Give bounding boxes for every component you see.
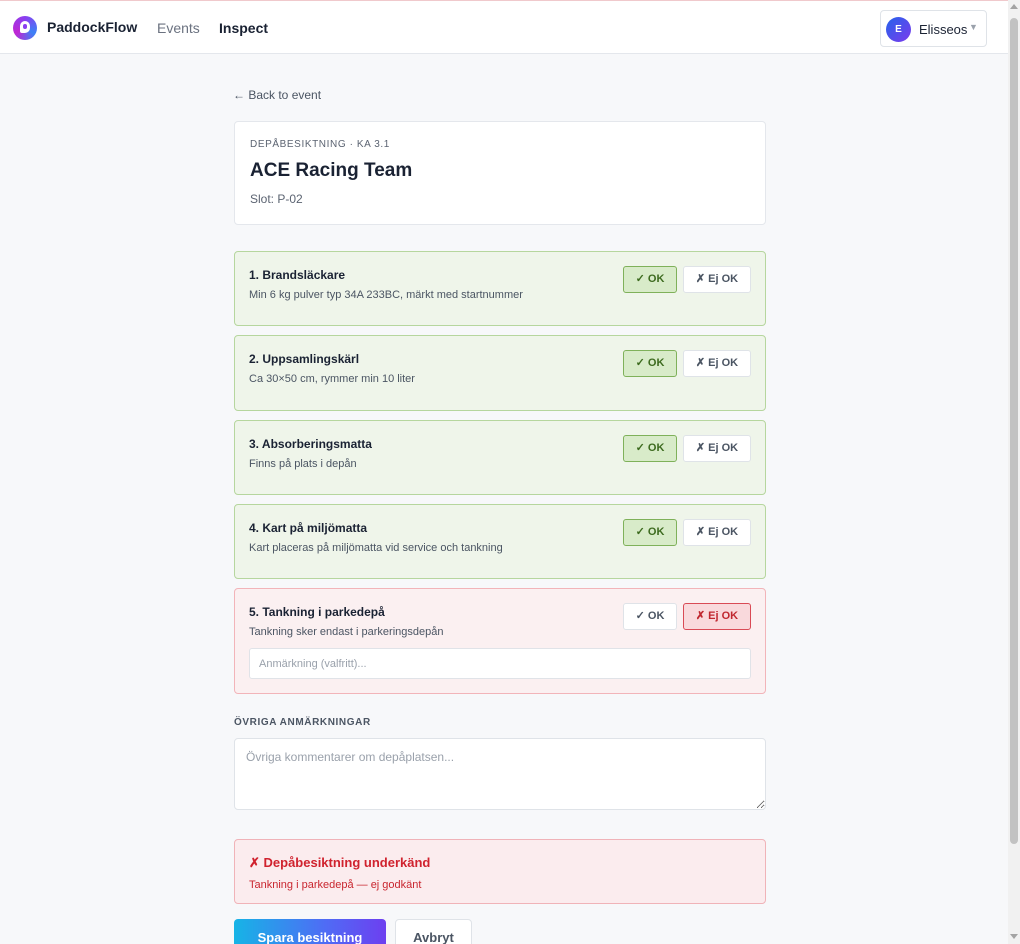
- nav-link-events[interactable]: Events: [157, 20, 200, 36]
- ok-button[interactable]: ✓ OK: [623, 603, 677, 630]
- checklist-item-description: Kart placeras på miljömatta vid service …: [249, 542, 503, 554]
- nav-link-inspect[interactable]: Inspect: [219, 20, 268, 36]
- checklist-item-kart-on-mat: 4. Kart på miljömatta Kart placeras på m…: [234, 504, 766, 579]
- checklist-item-absorbent-mat: 3. Absorberingsmatta Finns på plats i de…: [234, 420, 766, 495]
- checklist-item-collection-tray: 2. Uppsamlingskärl Ca 30×50 cm, rymmer m…: [234, 335, 766, 411]
- ok-button[interactable]: ✓ OK: [623, 435, 677, 462]
- inspection-eyebrow: DEPÅBESIKTNING · KA 3.1: [250, 139, 390, 150]
- ok-button[interactable]: ✓ OK: [623, 350, 677, 377]
- checklist-item-title: 1. Brandsläckare: [249, 268, 346, 282]
- other-remarks-textarea[interactable]: [234, 738, 766, 810]
- cancel-button[interactable]: Avbryt: [395, 919, 472, 944]
- scrollbar-thumb[interactable]: [1010, 18, 1018, 844]
- checklist-item-title: 3. Absorberingsmatta: [249, 437, 372, 451]
- brand-name[interactable]: PaddockFlow: [47, 19, 137, 35]
- inspection-header-card: DEPÅBESIKTNING · KA 3.1 ACE Racing Team …: [234, 121, 766, 225]
- remark-input[interactable]: [249, 648, 751, 679]
- inspection-result-banner: ✗ Depåbesiktning underkänd Tankning i pa…: [234, 839, 766, 904]
- scroll-up-icon[interactable]: [1010, 4, 1018, 9]
- not-ok-button[interactable]: ✗ Ej OK: [683, 603, 751, 630]
- team-name: ACE Racing Team: [250, 160, 413, 181]
- checklist-item-description: Finns på plats i depån: [249, 458, 357, 470]
- not-ok-button[interactable]: ✗ Ej OK: [683, 266, 751, 293]
- not-ok-button[interactable]: ✗ Ej OK: [683, 519, 751, 546]
- checklist-item-title: 5. Tankning i parkedepå: [249, 605, 385, 619]
- save-inspection-button[interactable]: Spara besiktning: [234, 919, 386, 944]
- checklist-item-description: Tankning sker endast i parkeringsdepån: [249, 626, 444, 638]
- ok-button[interactable]: ✓ OK: [623, 519, 677, 546]
- result-reason: Tankning i parkedepå — ej godkänt: [249, 879, 422, 891]
- avatar: E: [886, 17, 911, 42]
- not-ok-button[interactable]: ✗ Ej OK: [683, 350, 751, 377]
- ok-button[interactable]: ✓ OK: [623, 266, 677, 293]
- back-to-event-link[interactable]: ← Back to event: [233, 88, 321, 102]
- page-scrollbar[interactable]: [1008, 0, 1020, 944]
- user-name: Elisseos: [919, 22, 968, 37]
- chevron-down-icon: ▼: [969, 22, 978, 32]
- checklist-item-refueling: 5. Tankning i parkedepå Tankning sker en…: [234, 588, 766, 694]
- top-navigation-bar: PaddockFlow Events Inspect E Elisseos ▼: [0, 0, 1008, 54]
- checklist-item-title: 4. Kart på miljömatta: [249, 521, 368, 535]
- scroll-down-icon[interactable]: [1010, 934, 1018, 939]
- checklist-item-title: 2. Uppsamlingskärl: [249, 352, 360, 366]
- other-remarks-label: ÖVRIGA ANMÄRKNINGAR: [234, 717, 371, 728]
- not-ok-button[interactable]: ✗ Ej OK: [683, 435, 751, 462]
- user-menu-button[interactable]: E Elisseos ▼: [880, 10, 987, 47]
- paddockflow-logo-icon[interactable]: [13, 16, 37, 40]
- checklist-item-fire-extinguisher: 1. Brandsläckare Min 6 kg pulver typ 34A…: [234, 251, 766, 326]
- checklist-item-description: Min 6 kg pulver typ 34A 233BC, märkt med…: [249, 289, 523, 301]
- checklist-item-description: Ca 30×50 cm, rymmer min 10 liter: [249, 373, 415, 385]
- result-title: ✗ Depåbesiktning underkänd: [249, 855, 431, 870]
- slot-label: Slot: P-02: [250, 192, 303, 206]
